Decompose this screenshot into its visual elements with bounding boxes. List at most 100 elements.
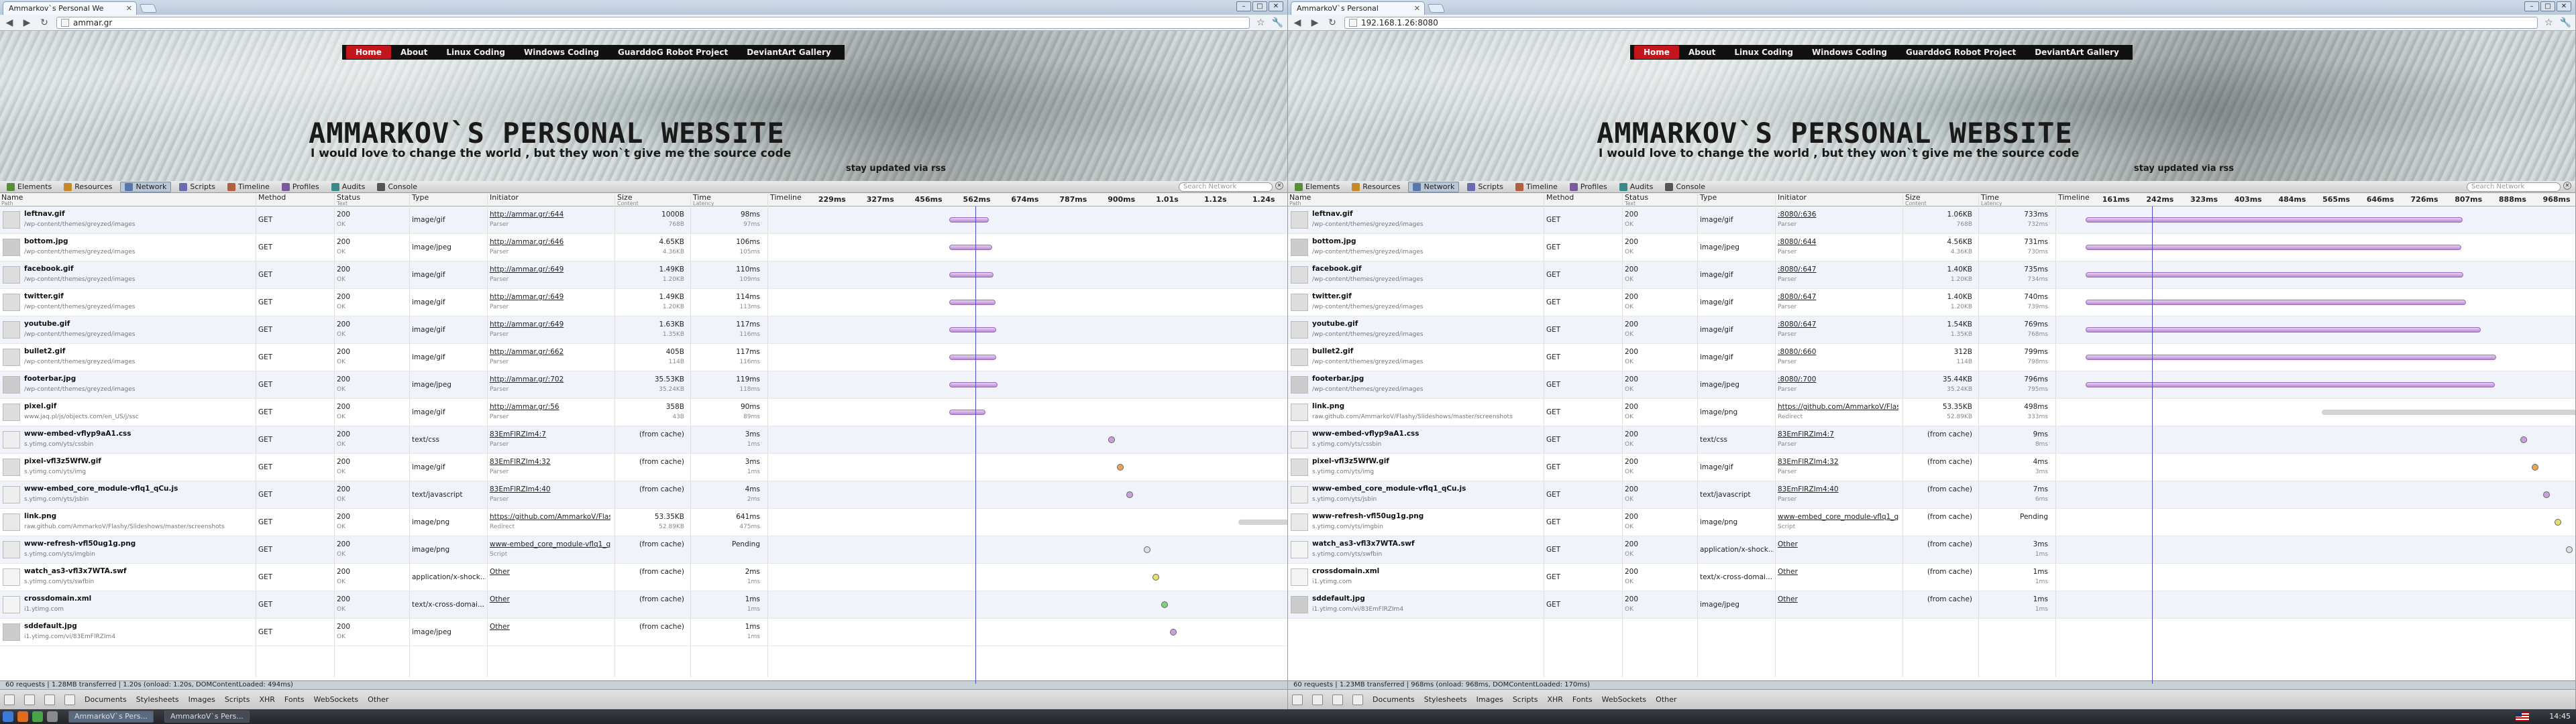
resource-initiator[interactable]: http://ammar.gr/:702 [490,375,610,383]
column-header-status[interactable]: Status Text [337,194,360,206]
chrome-icon[interactable] [32,711,43,722]
resource-initiator[interactable]: https://github.com/AmmarkoV/Flashy/ [1778,403,1898,411]
devtools-tab-profiles[interactable]: Profiles [278,182,323,192]
resource-initiator[interactable]: https://github.com/AmmarkoV/Flashy/ [490,513,610,521]
devtools-tab-profiles[interactable]: Profiles [1566,182,1611,192]
filter-images[interactable]: Images [189,695,215,704]
network-row[interactable]: link.png raw.github.com/AmmarkoV/Flashy/S… [1288,399,2575,426]
filter-fonts[interactable]: Fonts [284,695,305,704]
search-icon[interactable] [44,694,55,705]
network-row[interactable]: twitter.gif/wp-content/themes/greyzed/im… [0,289,1287,316]
filter-stylesheets[interactable]: Stylesheets [136,695,179,704]
site-nav-linux-coding[interactable]: Linux Coding [1725,46,1803,59]
browser-tab[interactable]: AmmarkoV`s Personal ✕ [1291,1,1425,15]
reload-icon[interactable]: ↻ [39,17,50,28]
network-row[interactable]: bullet2.gif/wp-content/themes/greyzed/im… [0,344,1287,371]
site-nav-guarddog-robot-project[interactable]: GuarddoG Robot Project [608,46,737,59]
site-nav-home[interactable]: Home [1634,46,1679,59]
resource-initiator[interactable]: 83EmFlRZIm4:7 [1778,430,1898,438]
firefox-icon[interactable] [17,711,28,722]
terminal-icon[interactable] [47,711,58,722]
filter-websockets[interactable]: WebSockets [1602,695,1647,704]
resource-initiator[interactable]: http://ammar.gr/:649 [490,265,610,274]
network-row[interactable]: bullet2.gif/wp-content/themes/greyzed/im… [1288,344,2575,371]
resource-initiator[interactable]: 83EmFlRZIm4:40 [490,485,610,493]
minimize-icon[interactable]: – [1236,1,1251,11]
devtools-tab-elements[interactable]: Elements [1291,182,1344,192]
search-icon[interactable] [1332,694,1343,705]
network-row[interactable]: pixel.gif www.jaq.pl/js/objects.com/en_US… [0,399,1287,426]
filter-xhr[interactable]: XHR [1547,695,1562,704]
resource-initiator[interactable]: :8080/:647 [1778,265,1898,274]
resource-initiator[interactable]: Other [490,623,610,631]
devtools-tab-network[interactable]: Network [120,181,172,192]
rss-link[interactable]: stay updated via rss [2134,164,2234,174]
site-nav-deviantart-gallery[interactable]: DeviantArt Gallery [737,46,841,59]
filter-xhr[interactable]: XHR [259,695,274,704]
taskbar-task-2[interactable]: AmmarkoV`s Pers... [164,711,250,723]
network-row[interactable]: footerbar.jpg/wp-content/themes/greyzed/… [0,371,1287,399]
resource-initiator[interactable]: :8080/:647 [1778,320,1898,328]
wrench-icon[interactable]: 🔧 [2560,17,2571,28]
network-row[interactable]: bottom.jpg/wp-content/themes/greyzed/ima… [1288,234,2575,261]
site-nav-about[interactable]: About [1679,46,1725,59]
network-row[interactable]: www-embed_core_module-vflq1_qCu.js s.ytim… [0,481,1287,509]
new-tab-button[interactable] [1427,4,1446,13]
resource-initiator[interactable]: http://ammar.gr/:56 [490,403,610,411]
filter-websockets[interactable]: WebSockets [314,695,359,704]
new-tab-button[interactable] [139,4,158,13]
column-header-name[interactable]: Name Path [1,194,23,206]
devtools-tab-scripts[interactable]: Scripts [1463,182,1507,192]
network-row[interactable]: link.png raw.github.com/AmmarkoV/Flashy/S… [0,509,1287,536]
close-devtools-icon[interactable]: ✕ [2563,182,2571,190]
network-row[interactable]: crossdomain.xml i1.ytimg.com GET 200 OK text/… [1288,564,2575,591]
devtools-tab-timeline[interactable]: Timeline [1511,182,1562,192]
network-row[interactable]: www-embed_core_module-vflq1_qCu.js s.ytim… [1288,481,2575,509]
network-row[interactable]: watch_as3-vfl3x7WTA.swf s.ytimg.com/yts/s… [0,564,1287,591]
resource-initiator[interactable]: www-embed_core_module-vflq1_qCu [490,540,610,548]
filter-stylesheets[interactable]: Stylesheets [1424,695,1467,704]
filter-other[interactable]: Other [1656,695,1676,704]
resource-initiator[interactable]: :8080/:700 [1778,375,1898,383]
resource-initiator[interactable]: 83EmFlRZIm4:32 [490,458,610,466]
column-header-time[interactable]: Time Latency [1981,194,2002,206]
maximize-icon[interactable]: □ [2540,1,2555,11]
back-icon[interactable]: ◀ [4,17,15,28]
clear-icon[interactable] [64,694,75,705]
network-row[interactable]: twitter.gif/wp-content/themes/greyzed/im… [1288,289,2575,316]
column-header-size[interactable]: Size Content [1905,194,1927,206]
search-network-input[interactable]: Search Network [1179,182,1273,192]
column-header-type[interactable]: Type [412,194,429,201]
resource-initiator[interactable]: http://ammar.gr/:649 [490,293,610,301]
resource-initiator[interactable]: http://ammar.gr/:646 [490,238,610,246]
filter-documents[interactable]: Documents [85,695,127,704]
resource-initiator[interactable]: :8080/:636 [1778,210,1898,219]
column-header-timeline[interactable]: Timeline [770,194,802,201]
network-row[interactable]: sddefault.jpg i1.ytimg.com/vi/83EmFlRZIm4… [1288,591,2575,619]
network-row[interactable]: watch_as3-vfl3x7WTA.swf s.ytimg.com/yts/s… [1288,536,2575,564]
devtools-tab-resources[interactable]: Resources [60,182,116,192]
network-row[interactable]: crossdomain.xml i1.ytimg.com GET 200 OK text/… [0,591,1287,619]
network-row[interactable]: bottom.jpg/wp-content/themes/greyzed/ima… [0,234,1287,261]
menu-icon[interactable] [3,711,13,722]
column-header-initiator[interactable]: Initiator [490,194,519,201]
close-window-icon[interactable]: ✕ [1269,1,1283,11]
resource-initiator[interactable]: :8080/:644 [1778,238,1898,246]
column-header-size[interactable]: Size Content [617,194,639,206]
devtools-tab-audits[interactable]: Audits [327,182,370,192]
devtools-tab-timeline[interactable]: Timeline [223,182,274,192]
filter-other[interactable]: Other [368,695,388,704]
devtools-tab-audits[interactable]: Audits [1615,182,1658,192]
column-header-timeline[interactable]: Timeline [2058,194,2090,201]
column-header-type[interactable]: Type [1700,194,1717,201]
close-tab-icon[interactable]: ✕ [126,4,132,13]
network-row[interactable]: footerbar.jpg/wp-content/themes/greyzed/… [1288,371,2575,399]
network-row[interactable]: sddefault.jpg i1.ytimg.com/vi/83EmFlRZIm4… [0,619,1287,646]
resource-initiator[interactable]: :8080/:647 [1778,293,1898,301]
keyboard-layout-icon[interactable] [2516,712,2529,721]
dock-icon[interactable] [4,694,15,705]
devtools-tab-elements[interactable]: Elements [3,182,56,192]
close-devtools-icon[interactable]: ✕ [1275,182,1283,190]
column-header-method[interactable]: Method [1546,194,1574,201]
site-nav-windows-coding[interactable]: Windows Coding [515,46,608,59]
